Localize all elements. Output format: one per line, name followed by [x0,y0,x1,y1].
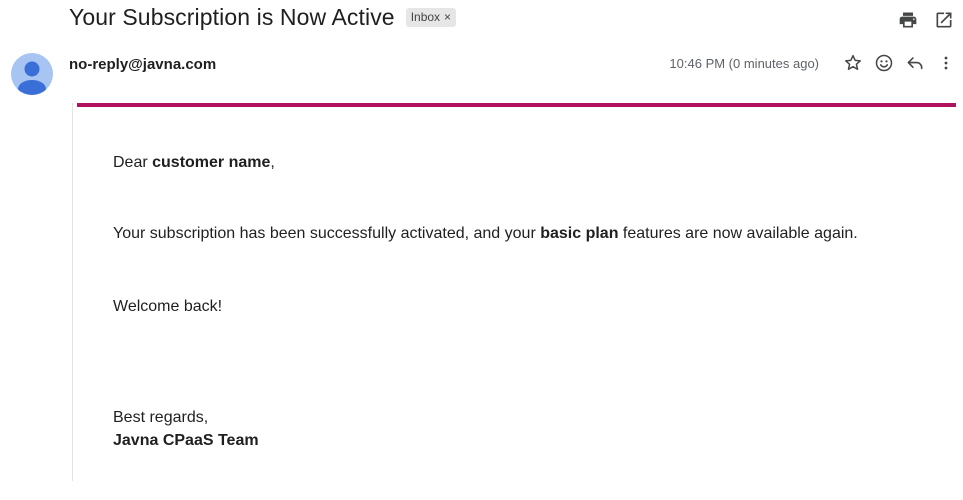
customer-name: customer name [152,154,271,171]
subject-row: Your Subscription is Now Active Inbox × [69,4,457,31]
greeting-prefix: Dear [113,154,153,171]
activation-text-suffix: features are now available again. [618,225,858,242]
activation-message: Your subscription has been successfully … [113,225,858,243]
signature: Javna CPaaS Team [113,432,259,450]
more-vert-icon[interactable] [935,52,957,74]
signature-name: Javna CPaaS Team [113,432,259,449]
emoji-react-icon[interactable] [873,52,895,74]
activation-text-prefix: Your subscription has been successfully … [113,225,541,242]
timestamp: 10:46 PM (0 minutes ago) [669,55,819,71]
person-avatar-icon [18,61,46,95]
reply-icon[interactable] [904,52,926,74]
plan-name: basic plan [540,225,619,242]
print-icon[interactable] [897,9,919,31]
sender-avatar[interactable] [11,53,53,95]
label-text: Inbox [410,10,441,24]
closing: Best regards, [113,409,209,426]
greeting: Dear customer name, [113,154,275,172]
brand-accent-bar [77,103,956,107]
open-in-new-window-icon[interactable] [933,9,955,31]
greeting-suffix: , [270,154,275,171]
star-icon[interactable] [842,52,864,74]
top-actions [897,9,955,31]
remove-label-button[interactable]: × [444,10,451,24]
welcome-message: Welcome back! [113,298,223,315]
email-body: Dear customer name, Your subscription ha… [72,103,956,481]
message-meta: 10:46 PM (0 minutes ago) [669,52,957,74]
sender-email[interactable]: no-reply@javna.com [69,56,216,73]
email-subject: Your Subscription is Now Active [69,4,395,30]
inbox-label-chip[interactable]: Inbox × [405,8,457,27]
